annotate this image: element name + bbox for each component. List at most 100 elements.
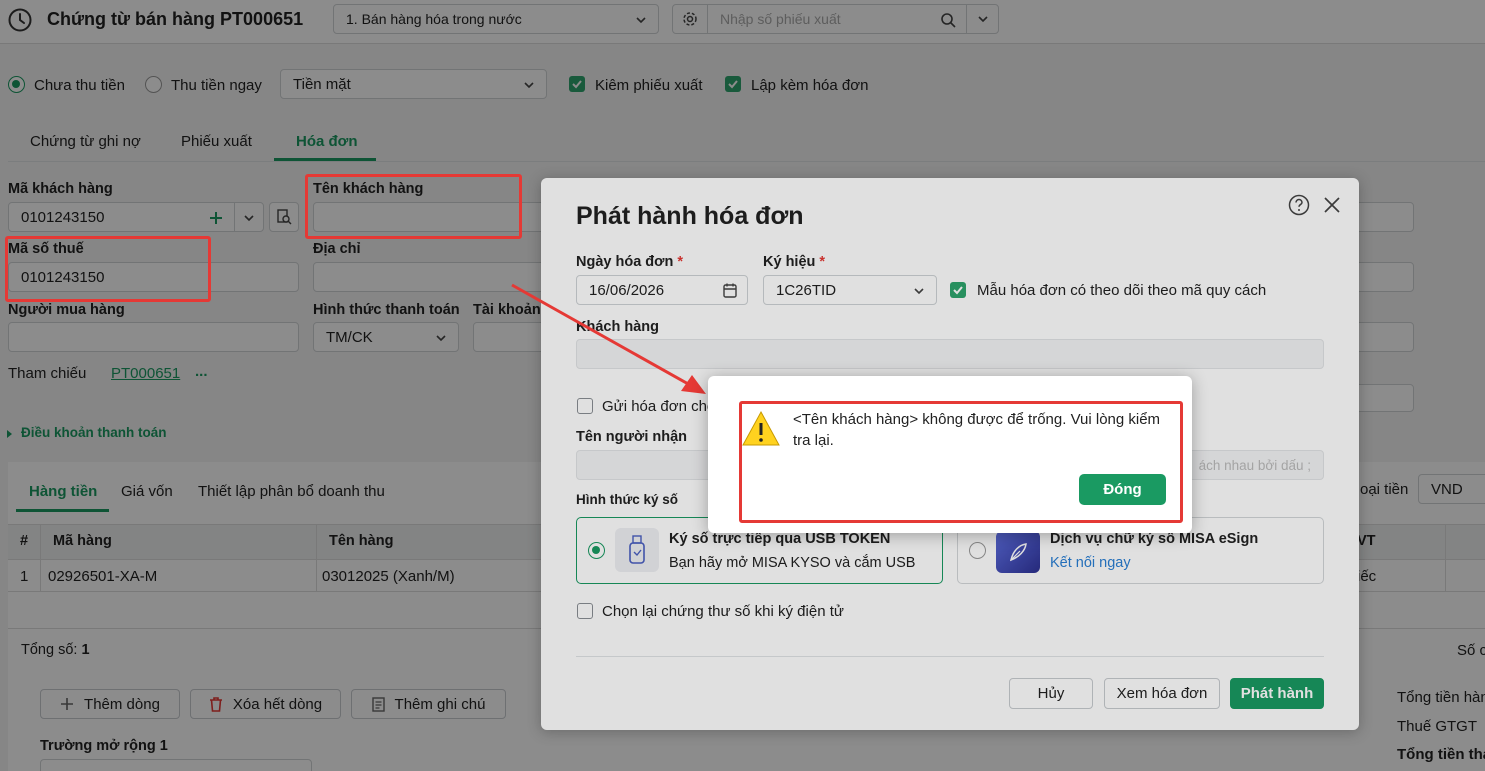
- buyer-label: Người mua hàng: [8, 302, 125, 318]
- search-placeholder: Nhập số phiếu xuất: [720, 11, 841, 27]
- usb-token-radio[interactable]: [588, 542, 605, 559]
- chevron-down-icon: [636, 17, 646, 24]
- payment-method-label: Hình thức thanh toán: [313, 302, 460, 318]
- add-note-button[interactable]: Thêm ghi chú: [351, 689, 506, 719]
- currency-value: VND: [1431, 480, 1463, 498]
- extend-field-input[interactable]: [40, 759, 312, 771]
- add-row-label: Thêm dòng: [84, 695, 160, 713]
- plus-icon: [61, 698, 74, 710]
- receiver-hint: ách nhau bởi dấu ;: [1198, 457, 1311, 473]
- currency-label: oại tiền: [1360, 481, 1409, 498]
- plus-icon[interactable]: [208, 210, 224, 226]
- terms-toggle[interactable]: [6, 426, 14, 442]
- esign-title: Dịch vụ chữ ký số MISA eSign: [1050, 531, 1259, 547]
- with-invoice-label: Lập kèm hóa đơn: [751, 77, 869, 94]
- detail-tab-goods[interactable]: Hàng tiền: [29, 483, 97, 500]
- annotation-tax-code: [5, 236, 211, 302]
- usb-token-title: Ký số trực tiếp qua USB TOKEN: [669, 531, 891, 547]
- search-dropdown-button[interactable]: [966, 4, 999, 34]
- usb-icon-box: [615, 528, 659, 572]
- delete-all-rows-button[interactable]: Xóa hết dòng: [190, 689, 341, 719]
- settings-button[interactable]: [672, 4, 708, 34]
- input-divider: [234, 203, 235, 231]
- payment-method-value: Tiền mặt: [293, 75, 351, 93]
- customer-label: Khách hàng: [576, 319, 659, 335]
- usb-icon: [629, 535, 645, 564]
- close-icon[interactable]: [1323, 196, 1341, 214]
- address-label: Địa chỉ: [313, 241, 361, 257]
- chevron-down-icon[interactable]: [242, 211, 256, 225]
- col-line: [1445, 524, 1446, 592]
- with-invoice-checkbox[interactable]: [725, 76, 741, 92]
- customer-input[interactable]: [576, 339, 1324, 369]
- tab-divider: [8, 161, 1485, 162]
- radio-paid-now[interactable]: [145, 76, 162, 93]
- detail-tab-underline: [16, 509, 109, 512]
- col-name-header: Tên hàng: [329, 533, 394, 549]
- payment-method-form-value: TM/CK: [326, 328, 373, 346]
- esign-icon-box: [996, 531, 1040, 573]
- search-input[interactable]: Nhập số phiếu xuất: [707, 4, 967, 34]
- add-row-button[interactable]: Thêm dòng: [40, 689, 180, 719]
- radio-unpaid[interactable]: [8, 76, 25, 93]
- reference-more-button[interactable]: ...: [195, 363, 208, 380]
- currency-select[interactable]: VND: [1418, 474, 1485, 504]
- alert-message: <Tên khách hàng> không được để trống. Vu…: [793, 411, 1161, 449]
- search-icon[interactable]: [940, 12, 956, 28]
- reference-label: Tham chiếu: [8, 365, 87, 382]
- help-icon[interactable]: [1288, 194, 1310, 216]
- payment-method-form-select[interactable]: TM/CK: [313, 322, 459, 352]
- detail-tab-cost[interactable]: Giá vốn: [121, 483, 173, 500]
- terms-link[interactable]: Điều khoản thanh toán: [21, 425, 167, 440]
- warning-icon: [742, 410, 780, 446]
- total-count-label: Tổng số:: [21, 642, 82, 658]
- total-count-value: 1: [81, 642, 90, 658]
- symbol-label: Ký hiệu *: [763, 254, 826, 270]
- reference-link[interactable]: PT000651: [111, 365, 180, 382]
- chevron-down-icon: [524, 82, 534, 89]
- template-tracking-checkbox[interactable]: [950, 282, 966, 298]
- feather-pen-icon: [1009, 543, 1027, 562]
- buyer-input[interactable]: [8, 322, 299, 352]
- history-icon[interactable]: [7, 7, 33, 33]
- publish-button[interactable]: Phát hành: [1230, 678, 1324, 709]
- symbol-label-text: Ký hiệu: [763, 254, 816, 270]
- alert-close-button[interactable]: Đóng: [1079, 474, 1166, 505]
- row-name: 03012025 (Xanh/M): [322, 568, 455, 585]
- tab-export-slip[interactable]: Phiếu xuất: [181, 133, 252, 150]
- voucher-type-select[interactable]: 1. Bán hàng hóa trong nước: [333, 4, 659, 34]
- with-export-checkbox[interactable]: [569, 76, 585, 92]
- trash-icon: [209, 696, 222, 712]
- send-invoice-checkbox[interactable]: [577, 398, 593, 414]
- customer-lookup-button[interactable]: [269, 202, 299, 232]
- symbol-select[interactable]: 1C26TID: [763, 275, 937, 305]
- tab-invoice[interactable]: Hóa đơn: [296, 133, 358, 150]
- document-search-icon: [277, 209, 292, 225]
- reselect-cert-checkbox[interactable]: [577, 603, 593, 619]
- cancel-button[interactable]: Hủy: [1009, 678, 1093, 709]
- esign-connect-link[interactable]: Kết nối ngay: [1050, 555, 1131, 571]
- add-note-label: Thêm ghi chú: [394, 695, 486, 713]
- caret-right-icon: [7, 430, 12, 438]
- customer-code-value: 0101243150: [21, 208, 105, 226]
- note-icon: [371, 696, 385, 712]
- vat-label: Thuế GTGT: [1397, 718, 1478, 735]
- preview-invoice-button[interactable]: Xem hóa đơn: [1104, 678, 1220, 709]
- payment-method-select[interactable]: Tiền mặt: [280, 69, 547, 99]
- dialog-footer-divider: [576, 656, 1324, 657]
- customer-code-input[interactable]: 0101243150: [8, 202, 264, 232]
- dialog-title: Phát hành hóa đơn: [576, 202, 804, 230]
- page-title: Chứng từ bán hàng PT000651: [47, 9, 304, 29]
- chevron-down-icon: [436, 335, 446, 342]
- total-count: Tổng số: 1: [21, 642, 90, 658]
- calendar-icon[interactable]: [723, 283, 737, 298]
- voucher-type-value: 1. Bán hàng hóa trong nước: [346, 11, 522, 27]
- annotation-customer-name: [305, 174, 522, 239]
- detail-tab-allocation[interactable]: Thiết lập phân bổ doanh thu: [198, 483, 385, 500]
- chevron-down-icon: [914, 288, 924, 295]
- col-code-header: Mã hàng: [53, 533, 112, 549]
- row-index: 1: [20, 568, 29, 585]
- invoice-date-input[interactable]: 16/06/2026: [576, 275, 748, 305]
- tab-debit-voucher[interactable]: Chứng từ ghi nợ: [30, 133, 141, 150]
- esign-radio[interactable]: [969, 542, 986, 559]
